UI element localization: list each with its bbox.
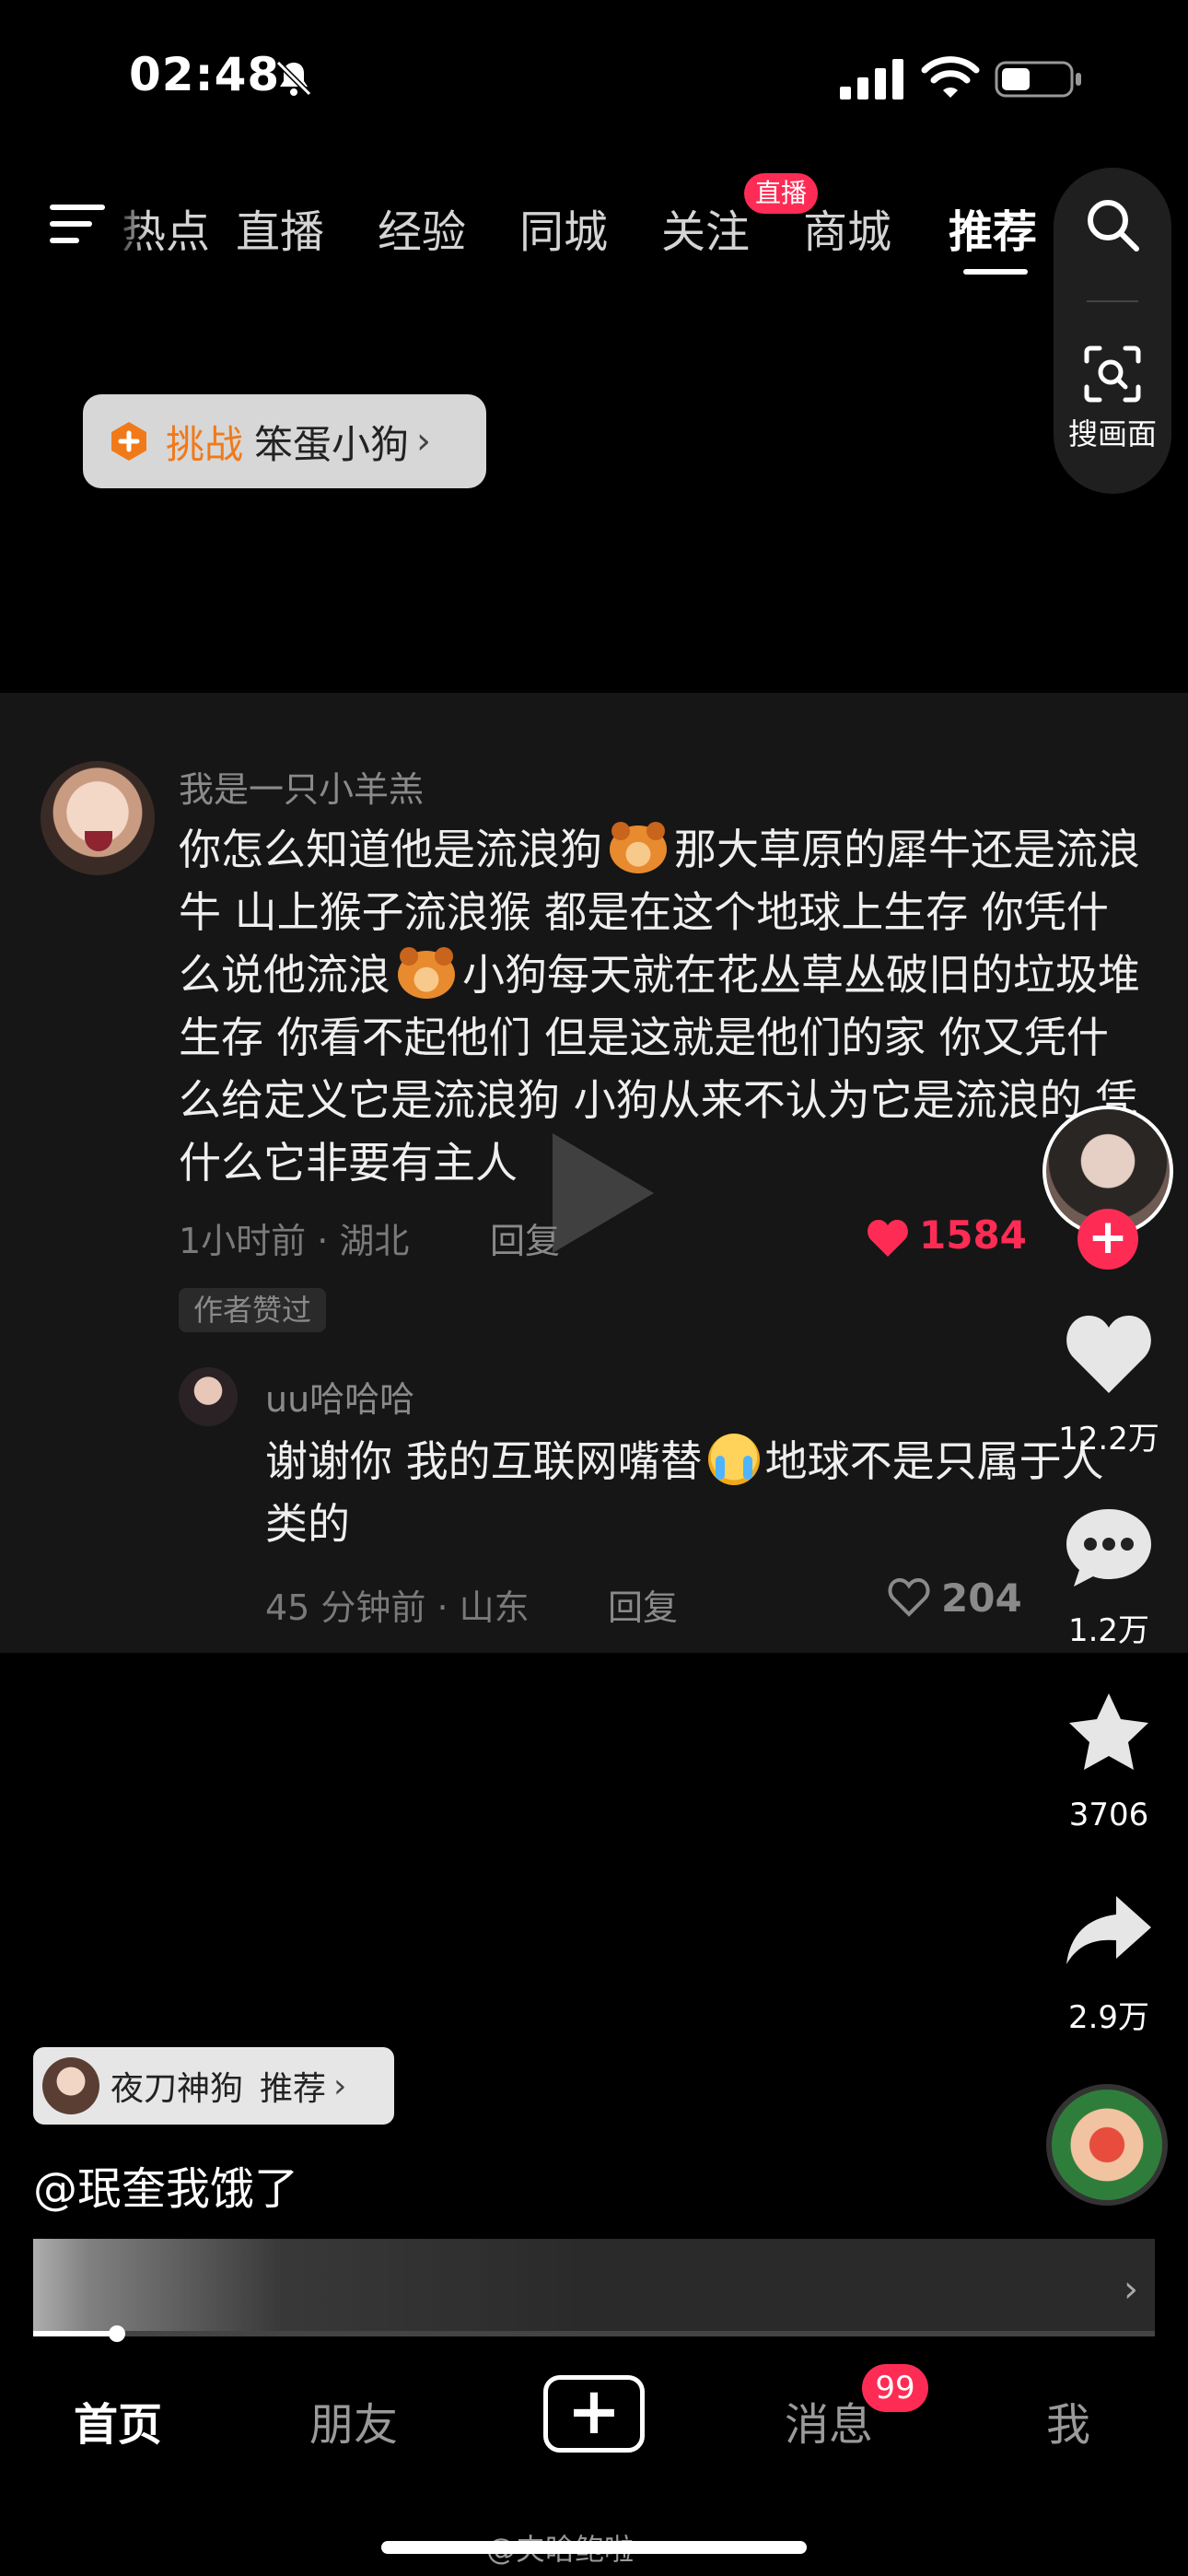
reply-text-part-1: 谢谢你 我的互联网嘴替 <box>265 1436 703 1486</box>
author-liked-badge: 作者赞过 <box>179 1288 327 1332</box>
active-tab-indicator <box>963 269 1028 275</box>
tab-mall[interactable]: 商城 <box>803 195 891 260</box>
comment-avatar[interactable] <box>41 761 155 875</box>
favorite-count: 3706 <box>1068 1797 1149 1833</box>
share-icon[interactable] <box>1061 1887 1157 1979</box>
bear-emoji-icon <box>398 947 455 999</box>
music-disc[interactable] <box>1046 2084 1168 2206</box>
tab-friends[interactable]: 朋友 <box>309 2388 398 2453</box>
progress-handle[interactable] <box>109 2325 125 2342</box>
create-button[interactable]: + <box>543 2375 645 2453</box>
scan-image-icon[interactable] <box>1083 345 1142 404</box>
challenge-prefix: 挑战 <box>166 421 244 467</box>
reply-text: 谢谢你 我的互联网嘴替 地球不是只属于人类的 <box>265 1430 1131 1555</box>
chevron-right-icon: › <box>416 420 432 463</box>
heart-outline-icon[interactable] <box>888 1577 930 1618</box>
comment-reply-button[interactable]: 回复 <box>490 1212 560 1263</box>
favorite-star-icon[interactable] <box>1061 1688 1157 1780</box>
progress-fill <box>33 2331 116 2336</box>
crying-emoji-icon <box>707 1434 760 1485</box>
challenge-name: 笨蛋小狗 <box>254 421 410 467</box>
tab-experience[interactable]: 经验 <box>378 195 466 260</box>
home-indicator <box>381 2541 807 2554</box>
reply-reply-button[interactable]: 回复 <box>608 1579 678 1630</box>
related-thumbnail <box>33 2239 586 2331</box>
recommender-name: 夜刀神狗 <box>111 2070 244 2108</box>
heart-filled-icon[interactable] <box>866 1218 910 1259</box>
messages-badge: 99 <box>862 2364 928 2412</box>
comment-like-count: 1584 <box>919 1212 1027 1258</box>
comment-username[interactable]: 我是一只小羊羔 <box>179 761 424 812</box>
recommend-label: 推荐 <box>260 2070 327 2108</box>
challenge-chip[interactable]: 挑战 笨蛋小狗 › <box>83 394 486 488</box>
cellular-signal-icon <box>840 59 903 100</box>
chevron-right-icon[interactable]: › <box>1124 2268 1138 2311</box>
video-caption[interactable]: @珉奎我饿了 <box>33 2152 298 2217</box>
tab-messages[interactable]: 消息 <box>785 2388 873 2453</box>
reply-like-count: 204 <box>941 1575 1022 1621</box>
scan-label[interactable]: 搜画面 <box>1054 411 1171 453</box>
reply-avatar[interactable] <box>179 1367 238 1426</box>
comment-icon[interactable] <box>1061 1502 1157 1594</box>
tab-live[interactable]: 直播 <box>236 195 324 260</box>
follow-button[interactable]: + <box>1077 1209 1138 1270</box>
battery-icon <box>995 61 1081 98</box>
progress-track[interactable] <box>33 2331 1155 2336</box>
comment-text-part-1: 你怎么知道他是流浪狗 <box>179 825 602 874</box>
search-icon[interactable] <box>1083 195 1142 254</box>
share-count: 2.9万 <box>1067 1999 1150 2036</box>
like-heart-icon[interactable] <box>1061 1308 1157 1400</box>
search-divider <box>1087 300 1138 302</box>
reply-meta: 45 分钟前 · 山东 <box>265 1587 530 1628</box>
chevron-right-icon: › <box>333 2067 347 2105</box>
tab-recommend[interactable]: 推荐 <box>949 195 1037 260</box>
recommend-chip[interactable]: 夜刀神狗 推荐 › <box>33 2047 394 2125</box>
status-time: 02:48 <box>129 48 281 101</box>
recommender-avatar <box>42 2057 99 2114</box>
nav-fade <box>111 184 147 258</box>
comment-text: 你怎么知道他是流浪狗 那大草原的犀牛还是流浪牛 山上猴子流浪猴 都是在这个地球上生… <box>179 818 1146 1194</box>
tab-me[interactable]: 我 <box>1046 2388 1090 2453</box>
tab-local[interactable]: 同城 <box>519 195 608 260</box>
comment-meta: 1小时前 · 湖北 <box>179 1221 410 1261</box>
bear-emoji-icon <box>610 822 667 873</box>
comment-count: 1.2万 <box>1067 1612 1150 1649</box>
bell-muted-icon <box>275 60 312 97</box>
reply-username[interactable]: uu哈哈哈 <box>265 1371 414 1422</box>
like-count: 12.2万 <box>1058 1421 1159 1458</box>
tab-following[interactable]: 关注 <box>661 195 750 260</box>
menu-icon[interactable] <box>48 201 107 247</box>
wifi-icon <box>921 56 980 98</box>
challenge-icon <box>111 422 146 461</box>
tab-home[interactable]: 首页 <box>74 2388 162 2453</box>
